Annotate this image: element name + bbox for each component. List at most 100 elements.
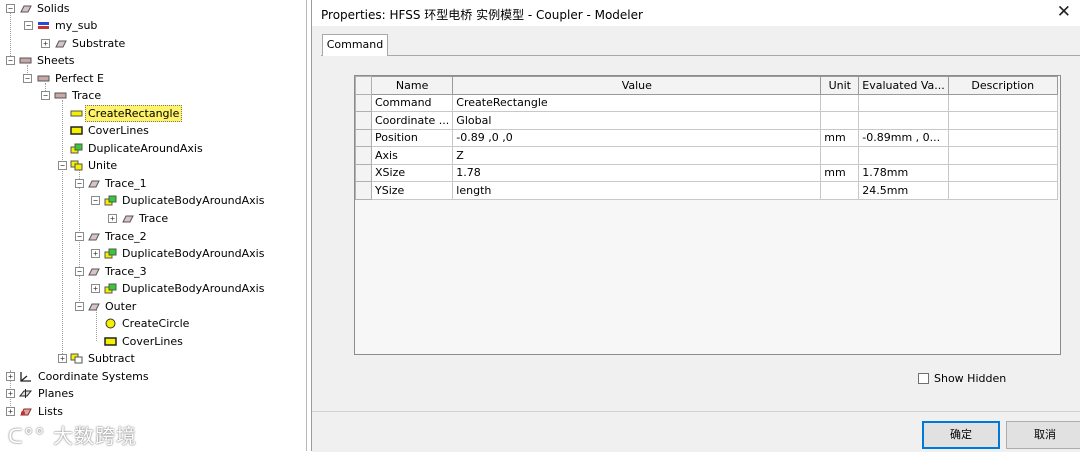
cell-evaluated: -0.89mm , 0... (858, 128, 949, 147)
cell-evaluated (858, 93, 949, 112)
row-header[interactable] (355, 111, 372, 130)
cell-value[interactable]: length (452, 181, 822, 200)
cell-unit[interactable] (820, 93, 860, 112)
property-table: Name Value Unit Evaluated Va... Descript… (355, 76, 1058, 200)
row-header-corner (355, 76, 372, 95)
tree-line (10, 12, 11, 62)
tree-label: DuplicateAroundAxis (88, 142, 203, 155)
cell-unit[interactable] (820, 181, 860, 200)
column-header-unit[interactable]: Unit (820, 76, 860, 95)
cell-description[interactable] (947, 128, 1058, 147)
cancel-button[interactable]: 取消 (1006, 421, 1080, 449)
table-row[interactable]: Command CreateRectangle (355, 93, 1058, 112)
tree-label: Coordinate Systems (38, 370, 149, 383)
cell-name: YSize (370, 181, 454, 200)
column-header-value[interactable]: Value (452, 76, 822, 95)
tree-line (96, 310, 97, 341)
cover-lines-icon (70, 126, 83, 135)
cell-value[interactable]: -0.89 ,0 ,0 (452, 128, 822, 147)
solid-box-icon (20, 5, 32, 13)
cell-unit[interactable] (820, 146, 860, 165)
cover-lines-icon (104, 337, 117, 346)
expand-icon[interactable]: + (6, 389, 15, 398)
table-row[interactable]: YSize length 24.5mm (355, 181, 1058, 200)
expand-icon[interactable]: + (91, 249, 100, 258)
dialog-title: Properties: HFSS 环型电桥 实例模型 - Coupler - M… (321, 8, 643, 22)
tree-label: CreateCircle (122, 317, 190, 330)
dialog-titlebar[interactable]: Properties: HFSS 环型电桥 实例模型 - Coupler - M… (312, 0, 1080, 26)
tree-label: Trace_1 (105, 177, 147, 190)
table-row[interactable]: Coordinate ... Global (355, 111, 1058, 130)
collapse-icon[interactable]: − (91, 196, 100, 205)
table-row[interactable]: XSize 1.78 mm 1.78mm (355, 163, 1058, 182)
row-header[interactable] (355, 93, 372, 112)
tree-label: CoverLines (122, 335, 183, 348)
cell-value[interactable]: Z (452, 146, 822, 165)
solid-box-icon (88, 268, 100, 276)
collapse-icon[interactable]: − (6, 4, 15, 13)
close-icon[interactable]: ✕ (1057, 2, 1071, 22)
cell-name: Axis (370, 146, 454, 165)
tree-label: Unite (88, 159, 118, 172)
cell-description[interactable] (947, 163, 1058, 182)
collapse-icon[interactable]: − (24, 21, 33, 30)
cell-name: XSize (370, 163, 454, 182)
column-header-evaluated[interactable]: Evaluated Va... (858, 76, 949, 95)
duplicate-icon (104, 283, 117, 294)
solid-box-icon (88, 233, 100, 241)
collapse-icon[interactable]: − (23, 74, 32, 83)
planes-icon (19, 389, 32, 398)
cell-unit[interactable]: mm (820, 128, 860, 147)
tree-label: Trace (72, 89, 102, 102)
tab-command[interactable]: Command (322, 34, 388, 56)
solid-box-icon (55, 40, 67, 48)
tree-label: my_sub (55, 19, 98, 32)
cell-value[interactable]: 1.78 (452, 163, 822, 182)
cell-description[interactable] (947, 181, 1058, 200)
table-header-row: Name Value Unit Evaluated Va... Descript… (355, 76, 1058, 95)
cell-description[interactable] (947, 146, 1058, 165)
collapse-icon[interactable]: − (75, 302, 84, 311)
material-group-icon (38, 22, 49, 29)
row-header[interactable] (355, 181, 372, 200)
collapse-icon[interactable]: − (75, 267, 84, 276)
cell-unit[interactable] (820, 111, 860, 130)
table-row[interactable]: Position -0.89 ,0 ,0 mm -0.89mm , 0... (355, 128, 1058, 147)
expand-icon[interactable]: + (108, 214, 117, 223)
expand-icon[interactable]: + (91, 284, 100, 293)
collapse-icon[interactable]: − (41, 91, 50, 100)
expand-icon[interactable]: + (6, 407, 15, 416)
cell-description[interactable] (947, 93, 1058, 112)
collapse-icon[interactable]: − (75, 179, 84, 188)
cell-unit[interactable]: mm (820, 163, 860, 182)
row-header[interactable] (355, 163, 372, 182)
cell-name: Coordinate ... (370, 111, 454, 130)
tree-label: Substrate (72, 37, 126, 50)
row-header[interactable] (355, 128, 372, 147)
property-grid: Name Value Unit Evaluated Va... Descript… (354, 75, 1061, 355)
column-header-name[interactable]: Name (370, 76, 454, 95)
sheet-icon (37, 75, 50, 82)
solid-box-icon (122, 215, 134, 223)
expand-icon[interactable]: + (41, 39, 50, 48)
column-header-description[interactable]: Description (947, 76, 1058, 95)
cell-value[interactable]: CreateRectangle (452, 93, 822, 112)
tree-label: DuplicateBodyAroundAxis (122, 247, 265, 260)
show-hidden-label: Show Hidden (934, 372, 1007, 385)
cell-evaluated (858, 146, 949, 165)
table-row[interactable]: Axis Z (355, 146, 1058, 165)
collapse-icon[interactable]: − (75, 232, 84, 241)
expand-icon[interactable]: + (58, 354, 67, 363)
cell-description[interactable] (947, 111, 1058, 130)
lists-icon (20, 408, 32, 416)
expand-icon[interactable]: + (6, 372, 15, 381)
duplicate-icon (104, 195, 117, 206)
collapse-icon[interactable]: − (58, 161, 67, 170)
checkbox-icon[interactable] (918, 373, 929, 384)
row-header[interactable] (355, 146, 372, 165)
cell-value[interactable]: Global (452, 111, 822, 130)
tree-label: Planes (38, 387, 74, 400)
collapse-icon[interactable]: − (6, 56, 15, 65)
cell-name: Command (370, 93, 454, 112)
ok-button[interactable]: 确定 (922, 421, 1000, 449)
